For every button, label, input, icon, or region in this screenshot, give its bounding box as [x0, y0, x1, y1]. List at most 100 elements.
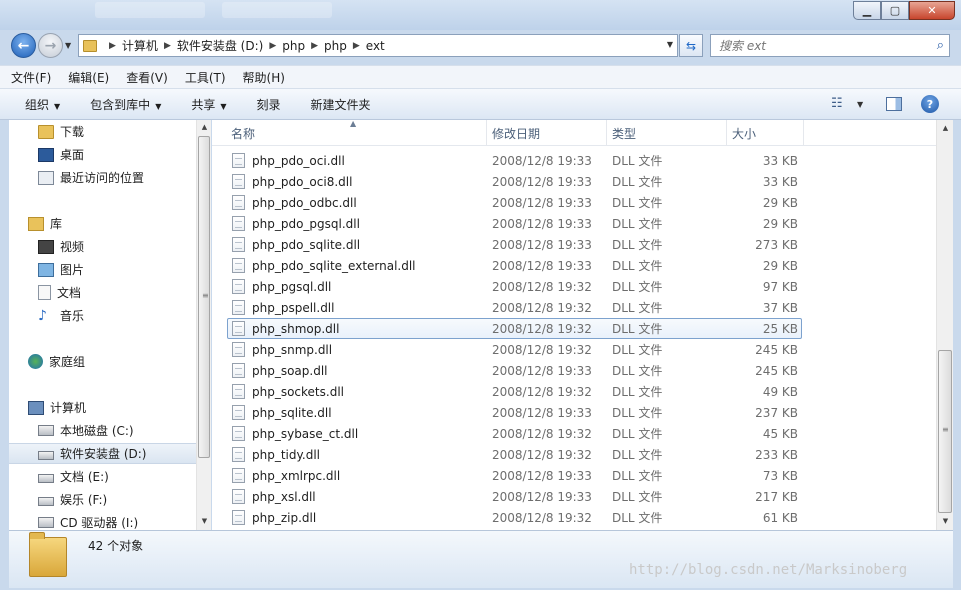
menu-edit[interactable]: 编辑(E): [68, 69, 109, 86]
new-folder-button[interactable]: 新建文件夹: [311, 96, 371, 113]
file-name-cell[interactable]: php_sockets.dll: [232, 381, 487, 402]
scrollbar-thumb[interactable]: ≡: [198, 136, 210, 458]
file-row[interactable]: php_pdo_oci.dll 2008/12/8 19:33 DLL 文件 33 K…: [212, 150, 936, 171]
view-options-icon[interactable]: ☷: [831, 96, 847, 112]
nav-item-label: 库: [50, 217, 63, 231]
file-name-cell[interactable]: php_pdo_sqlite_external.dll: [232, 255, 487, 276]
nav-item-drive-d[interactable]: 软件安装盘 (D:): [9, 443, 197, 464]
breadcrumb-php[interactable]: php: [282, 39, 305, 53]
file-name-cell[interactable]: php_snmp.dll: [232, 339, 487, 360]
breadcrumb-drive-d[interactable]: 软件安装盘 (D:): [177, 37, 263, 54]
file-name-cell[interactable]: php_pspell.dll: [232, 297, 487, 318]
maximize-button[interactable]: ▢: [881, 1, 909, 20]
menu-help[interactable]: 帮助(H): [243, 69, 285, 86]
scroll-down-arrow-icon[interactable]: ▼: [197, 514, 212, 528]
close-button[interactable]: ✕: [909, 1, 955, 20]
file-row[interactable]: php_pgsql.dll 2008/12/8 19:32 DLL 文件 97 KB: [212, 276, 936, 297]
burn-button[interactable]: 刻录: [257, 96, 281, 113]
menu-tools[interactable]: 工具(T): [185, 69, 226, 86]
nav-item-libraries[interactable]: 库: [9, 213, 197, 234]
file-name-cell[interactable]: php_pgsql.dll: [232, 276, 487, 297]
forward-button[interactable]: →: [38, 33, 63, 58]
file-name-cell[interactable]: php_pdo_pgsql.dll: [232, 213, 487, 234]
navigation-scrollbar[interactable]: ▲ ≡ ▼: [196, 120, 211, 530]
nav-item-pictures[interactable]: 图片: [9, 259, 197, 280]
nav-item-drive-e[interactable]: 文档 (E:): [9, 466, 197, 487]
breadcrumb-ext[interactable]: ext: [366, 39, 385, 53]
include-in-library-button[interactable]: 包含到库中 ▼: [90, 96, 161, 113]
file-row[interactable]: php_tidy.dll 2008/12/8 19:32 DLL 文件 233 KB: [212, 444, 936, 465]
chevron-right-icon[interactable]: ▶: [353, 41, 360, 51]
file-name-cell[interactable]: php_zip.dll: [232, 507, 487, 528]
file-name-cell[interactable]: php_pdo_oci.dll: [232, 150, 487, 171]
file-row[interactable]: php_sqlite.dll 2008/12/8 19:33 DLL 文件 237 K…: [212, 402, 936, 423]
search-icon[interactable]: ⌕: [937, 38, 944, 53]
column-header-type[interactable]: 类型: [606, 120, 727, 146]
menu-file[interactable]: 文件(F): [11, 69, 51, 86]
organize-button[interactable]: 组织 ▼: [25, 96, 60, 113]
file-row[interactable]: php_zip.dll 2008/12/8 19:32 DLL 文件 61 KB: [212, 507, 936, 528]
chevron-right-icon[interactable]: ▶: [109, 41, 116, 51]
file-row[interactable]: php_pspell.dll 2008/12/8 19:32 DLL 文件 37 KB: [212, 297, 936, 318]
scroll-up-arrow-icon[interactable]: ▲: [938, 121, 953, 135]
chevron-right-icon[interactable]: ▶: [269, 41, 276, 51]
share-button[interactable]: 共享 ▼: [191, 96, 226, 113]
file-name-cell[interactable]: php_xsl.dll: [232, 486, 487, 507]
file-row[interactable]: php_pdo_odbc.dll 2008/12/8 19:33 DLL 文件 29 …: [212, 192, 936, 213]
menu-view[interactable]: 查看(V): [126, 69, 168, 86]
chevron-right-icon[interactable]: ▶: [164, 41, 171, 51]
nav-item-computer[interactable]: 计算机: [9, 397, 197, 418]
scrollbar-thumb[interactable]: ≡: [938, 350, 952, 513]
nav-item-desktop[interactable]: 桌面: [9, 144, 197, 165]
search-input[interactable]: [719, 38, 919, 53]
file-row[interactable]: php_xsl.dll 2008/12/8 19:33 DLL 文件 217 KB: [212, 486, 936, 507]
help-icon[interactable]: ?: [921, 95, 939, 113]
breadcrumb-php-inner[interactable]: php: [324, 39, 347, 53]
address-dropdown[interactable]: ▼: [667, 40, 673, 49]
refresh-button[interactable]: ⇆: [679, 34, 703, 57]
nav-item-downloads[interactable]: 下载: [9, 121, 197, 142]
file-name-cell[interactable]: php_pdo_sqlite.dll: [232, 234, 487, 255]
chevron-right-icon[interactable]: ▶: [311, 41, 318, 51]
file-name-cell[interactable]: php_pdo_oci8.dll: [232, 171, 487, 192]
nav-item-music[interactable]: ♪ 音乐: [9, 305, 197, 326]
preview-pane-icon[interactable]: [886, 97, 902, 111]
nav-item-cd-drive[interactable]: CD 驱动器 (I:): [9, 512, 197, 530]
nav-item-drive-f[interactable]: 娱乐 (F:): [9, 489, 197, 510]
file-row[interactable]: php_pdo_pgsql.dll 2008/12/8 19:33 DLL 文件 29…: [212, 213, 936, 234]
recent-pages-dropdown[interactable]: ▼: [65, 41, 71, 50]
file-row[interactable]: php_xmlrpc.dll 2008/12/8 19:33 DLL 文件 73 KB: [212, 465, 936, 486]
minimize-button[interactable]: ▁: [853, 1, 881, 20]
view-options-dropdown[interactable]: ▼: [857, 100, 863, 109]
file-list-scrollbar[interactable]: ▲ ≡ ▼: [936, 120, 953, 530]
file-row[interactable]: php_sybase_ct.dll 2008/12/8 19:32 DLL 文件 45…: [212, 423, 936, 444]
nav-item-recent[interactable]: 最近访问的位置: [9, 167, 197, 188]
file-row[interactable]: php_pdo_oci8.dll 2008/12/8 19:33 DLL 文件 33 …: [212, 171, 936, 192]
nav-item-homegroup[interactable]: 家庭组: [9, 351, 197, 372]
back-button[interactable]: ←: [11, 33, 36, 58]
search-box[interactable]: ⌕: [710, 34, 950, 57]
file-name-cell[interactable]: php_shmop.dll: [232, 318, 487, 339]
nav-item-documents[interactable]: 文档: [9, 282, 197, 303]
file-row[interactable]: php_pdo_sqlite_external.dll 2008/12/8 19:…: [212, 255, 936, 276]
nav-item-drive-c[interactable]: 本地磁盘 (C:): [9, 420, 197, 441]
file-name-cell[interactable]: php_pdo_odbc.dll: [232, 192, 487, 213]
nav-item-videos[interactable]: 视频: [9, 236, 197, 257]
address-bar[interactable]: ▶ 计算机 ▶ 软件安装盘 (D:) ▶ php ▶ php ▶ ext ▼: [78, 34, 678, 57]
scroll-down-arrow-icon[interactable]: ▼: [938, 514, 953, 528]
file-row[interactable]: php_sockets.dll 2008/12/8 19:32 DLL 文件 49 K…: [212, 381, 936, 402]
file-row[interactable]: php_soap.dll 2008/12/8 19:33 DLL 文件 245 KB: [212, 360, 936, 381]
file-row[interactable]: php_pdo_sqlite.dll 2008/12/8 19:33 DLL 文件 2…: [212, 234, 936, 255]
file-name-cell[interactable]: php_sybase_ct.dll: [232, 423, 487, 444]
file-name-cell[interactable]: php_tidy.dll: [232, 444, 487, 465]
file-row[interactable]: php_snmp.dll 2008/12/8 19:32 DLL 文件 245 KB: [212, 339, 936, 360]
file-name-cell[interactable]: php_xmlrpc.dll: [232, 465, 487, 486]
file-name-cell[interactable]: php_soap.dll: [232, 360, 487, 381]
column-header-date[interactable]: 修改日期: [486, 120, 607, 146]
column-header-size[interactable]: 大小: [726, 120, 804, 146]
column-header-name[interactable]: 名称: [225, 120, 487, 146]
scroll-up-arrow-icon[interactable]: ▲: [197, 120, 212, 134]
breadcrumb-computer[interactable]: 计算机: [122, 37, 158, 54]
file-name-cell[interactable]: php_sqlite.dll: [232, 402, 487, 423]
file-row[interactable]: php_shmop.dll 2008/12/8 19:32 DLL 文件 25 KB: [212, 318, 936, 339]
